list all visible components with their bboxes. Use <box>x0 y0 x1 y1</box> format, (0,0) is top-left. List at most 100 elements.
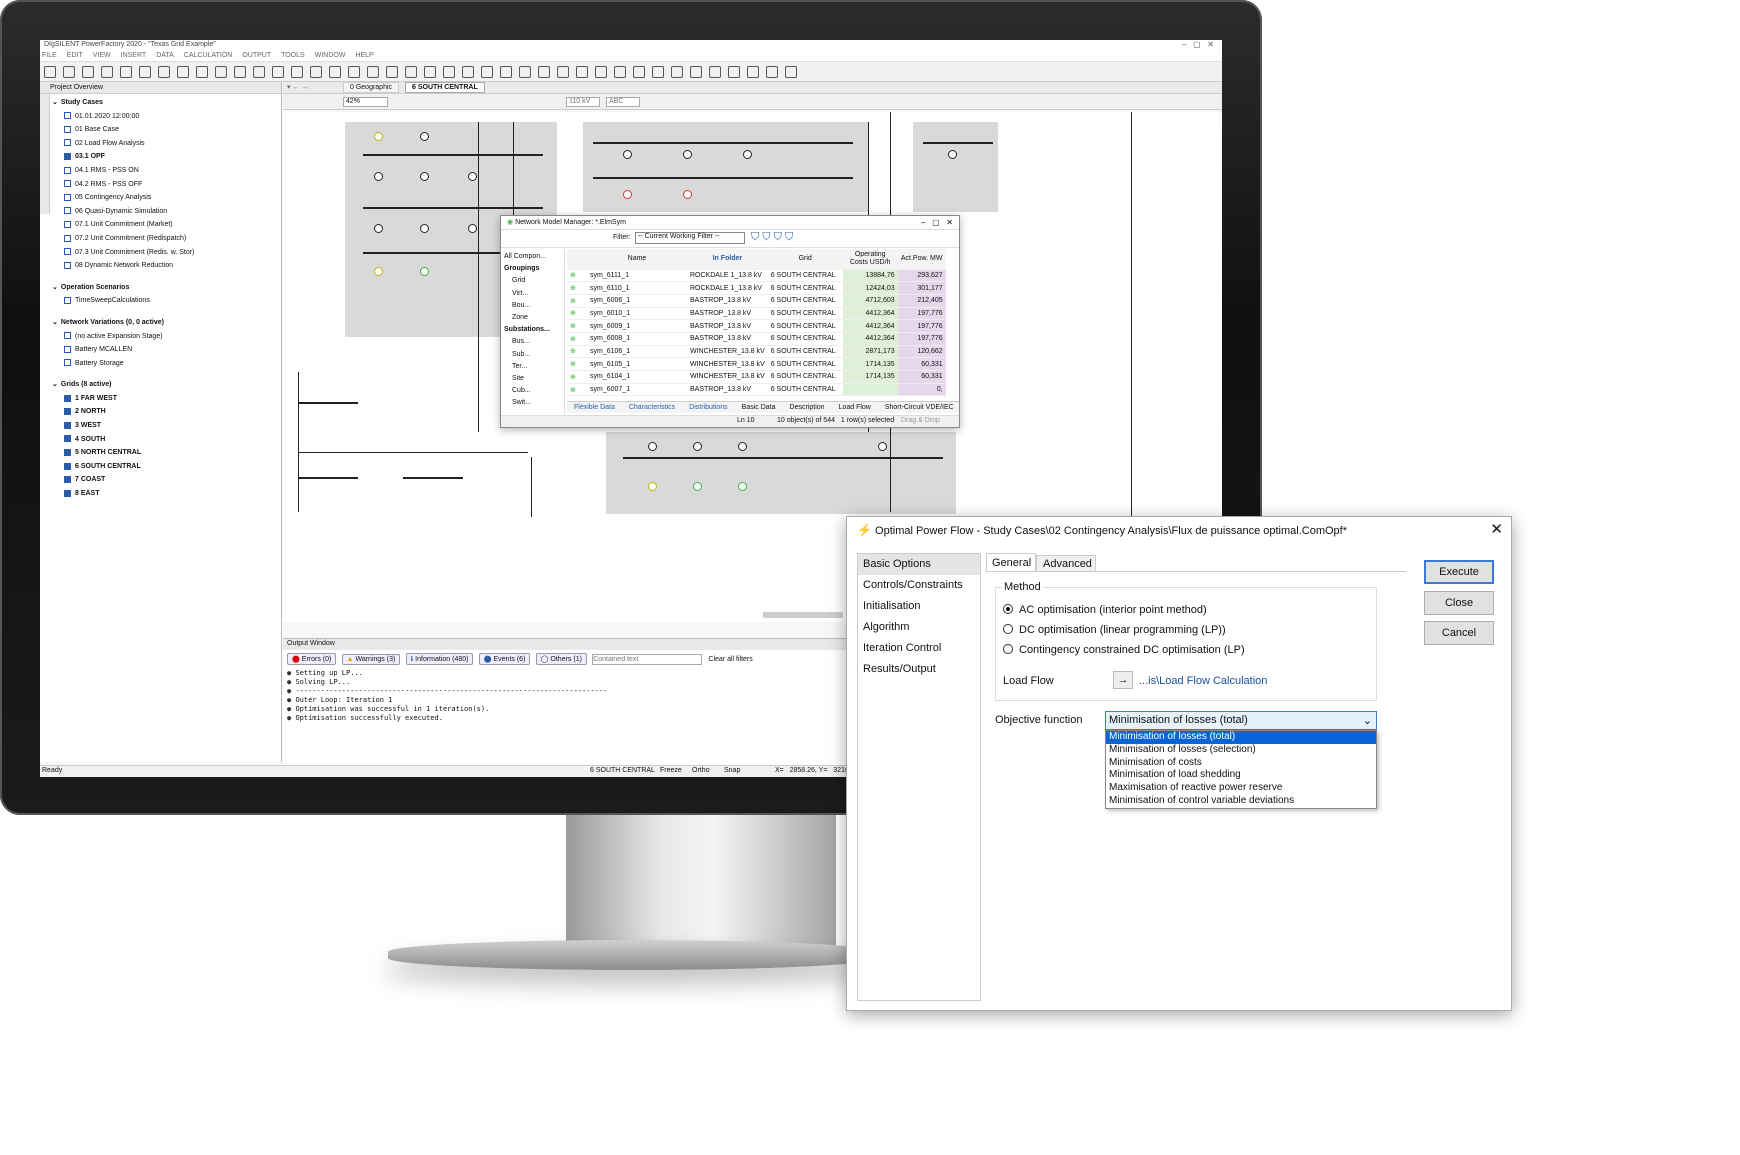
tab-geographic[interactable]: 0 Geographic <box>343 82 400 93</box>
opf-nav-item[interactable]: Initialisation <box>858 596 980 617</box>
nmm-tab[interactable]: Characteristics <box>622 404 682 411</box>
objective-option[interactable]: Minimisation of load shedding <box>1106 769 1376 782</box>
method-contingency-radio[interactable]: Contingency constrained DC optimisation … <box>1003 644 1245 656</box>
generator-symbol[interactable] <box>683 190 692 199</box>
filter-events[interactable]: ⬤ Events (6) <box>478 653 531 665</box>
nmm-tree-item[interactable]: Bus... <box>504 336 564 348</box>
toolbar-tool-icon[interactable] <box>139 66 151 78</box>
nmm-tab[interactable]: Load Flow <box>832 404 878 411</box>
tree-item[interactable]: 07.1 Unit Commitment (Market) <box>52 218 281 232</box>
tree-item[interactable]: 01.01.2020 12:00:00 <box>52 110 281 124</box>
objective-option[interactable]: Maximisation of reactive power reserve <box>1106 782 1376 795</box>
freeze-toggle[interactable]: Freeze <box>660 767 682 774</box>
cancel-button[interactable]: Cancel <box>1424 621 1494 645</box>
close-icon[interactable]: ✕ <box>1490 520 1503 538</box>
table-row[interactable]: ⊕ sym_6006_1 BASTROP_13.8 kV 6 SOUTH CENTRA… <box>567 294 946 308</box>
table-row[interactable]: ⊕ sym_6009_1 BASTROP_13.8 kV 6 SOUTH CENTRA… <box>567 319 946 333</box>
tab-general[interactable]: General <box>986 553 1036 572</box>
horizontal-scrollbar[interactable] <box>763 612 843 618</box>
opf-nav-item[interactable]: Controls/Constraints <box>858 575 980 596</box>
filter-warnings[interactable]: ▲ Warnings (3) <box>341 654 401 665</box>
nmm-tree-item[interactable]: Grid <box>504 275 564 287</box>
tree-section-header[interactable]: ⌄ Network Variations (0, 0 active) <box>52 316 281 330</box>
toolbar-tool-icon[interactable] <box>120 66 132 78</box>
transformer-symbol[interactable] <box>468 172 477 181</box>
toolbar-tool-icon[interactable] <box>348 66 360 78</box>
clear-filters-button[interactable]: Clear all filters <box>708 656 752 663</box>
tree-item[interactable]: 8 EAST <box>52 487 281 501</box>
tree-item[interactable]: 3 WEST <box>52 419 281 433</box>
transformer-symbol[interactable] <box>420 224 429 233</box>
toolbar-tool-icon[interactable] <box>766 66 778 78</box>
nmm-tree-item[interactable]: Sub... <box>504 349 564 361</box>
table-row[interactable]: ⊕ sym_6104_1 WINCHESTER_13.8 kV 6 SOUTH CEN… <box>567 370 946 384</box>
toolbar-tool-icon[interactable] <box>44 66 56 78</box>
generator-symbol[interactable] <box>623 190 632 199</box>
objective-function-select[interactable]: Minimisation of losses (total) ⌄ <box>1105 711 1377 730</box>
opf-nav-item[interactable]: Results/Output <box>858 659 980 680</box>
opf-nav-item[interactable]: Algorithm <box>858 617 980 638</box>
nmm-tree-item[interactable]: Substations... <box>504 324 564 336</box>
nmm-tree-item[interactable]: Swit... <box>504 397 564 409</box>
toolbar-tool-icon[interactable] <box>614 66 626 78</box>
table-row[interactable]: ⊕ sym_6105_1 WINCHESTER_13.8 kV 6 SOUTH CEN… <box>567 357 946 371</box>
tree-item[interactable]: 03.1 OPF <box>52 150 281 164</box>
window-controls[interactable]: – ▢ ✕ <box>1182 40 1214 49</box>
nmm-window-controls[interactable]: – ▢ ✕ <box>921 218 953 227</box>
toolbar-tool-icon[interactable] <box>595 66 607 78</box>
nmm-tree-item[interactable]: Bou... <box>504 300 564 312</box>
generator-symbol[interactable] <box>374 132 383 141</box>
tree-item[interactable]: TimeSweepCalculations <box>52 294 281 308</box>
toolbar-tool-icon[interactable] <box>462 66 474 78</box>
toolbar-tool-icon[interactable] <box>538 66 550 78</box>
transformer-symbol[interactable] <box>878 442 887 451</box>
transformer-symbol[interactable] <box>738 442 747 451</box>
nmm-tab[interactable]: Flexible Data <box>567 404 622 411</box>
toolbar-tool-icon[interactable] <box>215 66 227 78</box>
transformer-symbol[interactable] <box>948 150 957 159</box>
toolbar-tool-icon[interactable] <box>405 66 417 78</box>
transformer-symbol[interactable] <box>468 224 477 233</box>
col-name[interactable]: Name <box>587 249 687 270</box>
generator-symbol[interactable] <box>738 482 747 491</box>
tree-item[interactable]: 06 Quasi-Dynamic Simulation <box>52 205 281 219</box>
tab-advanced[interactable]: Advanced <box>1036 555 1096 572</box>
filter-select[interactable]: -- Current Working Filter -- <box>635 232 745 244</box>
close-button[interactable]: Close <box>1424 591 1494 615</box>
tree-item[interactable]: 08 Dynamic Network Reduction <box>52 259 281 273</box>
nmm-tree-item[interactable]: All Compon... <box>504 251 564 263</box>
menu-edit[interactable]: EDIT <box>67 52 83 59</box>
toolbar-tool-icon[interactable] <box>329 66 341 78</box>
tree-item[interactable]: 07.3 Unit Commitment (Redis. w. Stor) <box>52 246 281 260</box>
method-dc-radio[interactable]: DC optimisation (linear programming (LP)… <box>1003 624 1226 636</box>
tree-section-header[interactable]: ⌄ Grids (8 active) <box>52 378 281 392</box>
voltage-select[interactable]: 110 kV <box>566 97 600 107</box>
filter-errors[interactable]: ⬤ Errors (0) <box>287 653 337 665</box>
generator-symbol[interactable] <box>648 482 657 491</box>
toolbar-tool-icon[interactable] <box>728 66 740 78</box>
objective-option[interactable]: Minimisation of control variable deviati… <box>1106 795 1376 808</box>
toolbar-tool-icon[interactable] <box>253 66 265 78</box>
tree-item[interactable]: Battery MCALLEN <box>52 343 281 357</box>
transformer-symbol[interactable] <box>683 150 692 159</box>
col-grid[interactable]: Grid <box>767 249 843 270</box>
menu-tools[interactable]: TOOLS <box>281 52 305 59</box>
tree-section-header[interactable]: ⌄ Operation Scenarios <box>52 281 281 295</box>
table-row[interactable]: ⊕ sym_6007_1 BASTROP_13.8 kV 6 SOUTH CENTRA… <box>567 383 946 397</box>
menu-window[interactable]: WINDOW <box>315 52 346 59</box>
toolbar-tool-icon[interactable] <box>481 66 493 78</box>
nmm-tree-item[interactable]: Virt... <box>504 288 564 300</box>
menu-insert[interactable]: INSERT <box>121 52 147 59</box>
toolbar-tool-icon[interactable] <box>63 66 75 78</box>
col-active-power[interactable]: Act.Pow. MW <box>897 249 946 270</box>
nmm-tree-item[interactable]: Cub... <box>504 385 564 397</box>
generator-symbol[interactable] <box>374 267 383 276</box>
transformer-symbol[interactable] <box>374 224 383 233</box>
toolbar-tool-icon[interactable] <box>785 66 797 78</box>
menu-view[interactable]: VIEW <box>93 52 111 59</box>
transformer-symbol[interactable] <box>623 150 632 159</box>
toolbar-tool-icon[interactable] <box>234 66 246 78</box>
toolbar-tool-icon[interactable] <box>709 66 721 78</box>
toolbar-tool-icon[interactable] <box>633 66 645 78</box>
nmm-tree-item[interactable]: Ter... <box>504 361 564 373</box>
